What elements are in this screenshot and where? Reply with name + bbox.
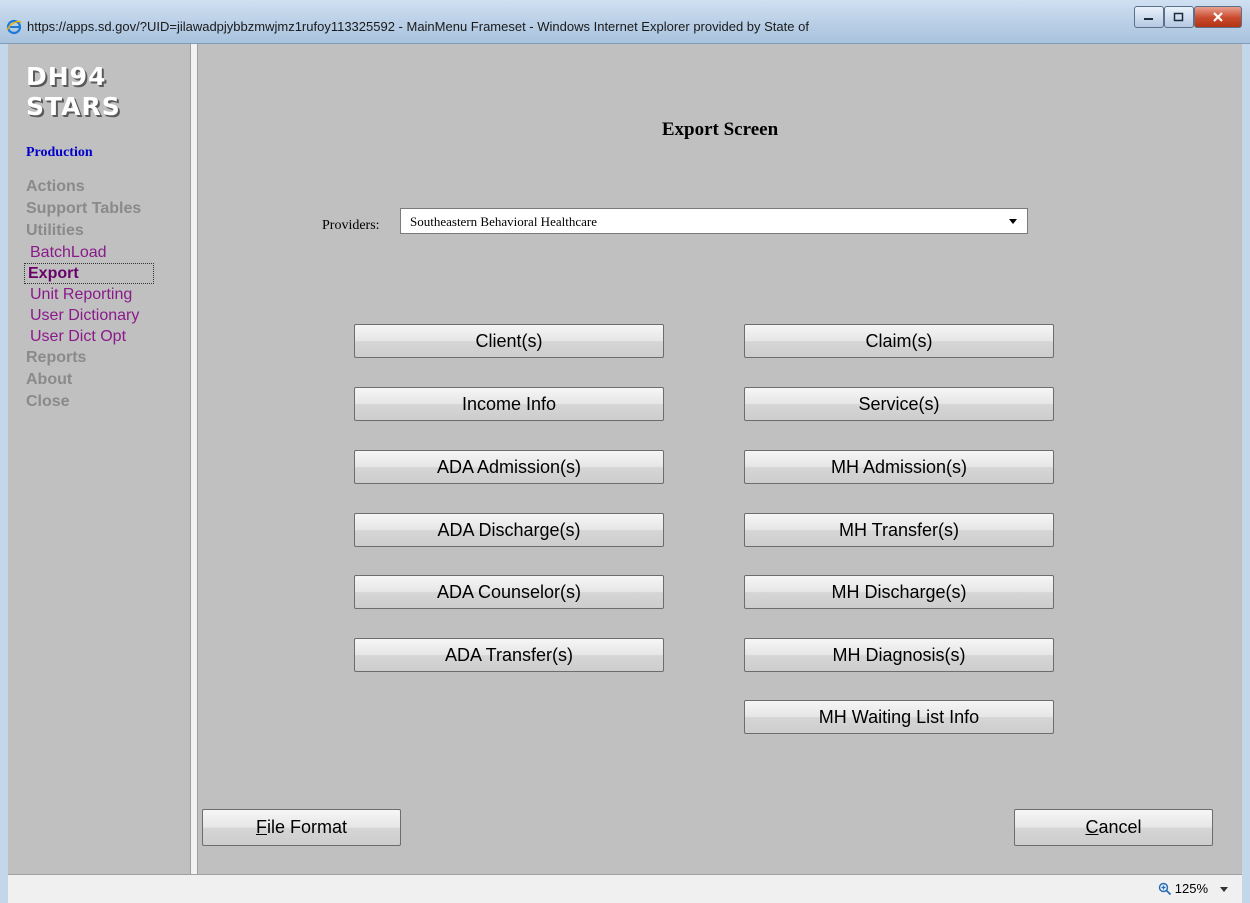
frame-splitter[interactable] [190,44,198,874]
export-ada-admissions-button[interactable]: ADA Admission(s) [354,450,664,484]
logo-line1: DH94 [26,62,107,91]
submenu-item-batchload[interactable]: BatchLoad [26,242,154,263]
maximize-icon [1173,12,1184,22]
providers-select[interactable]: Southeastern Behavioral Healthcare [400,208,1028,234]
chevron-down-icon [1009,219,1017,224]
menu-item-close[interactable]: Close [26,391,154,413]
providers-label: Providers: [322,218,380,233]
menu-item-utilities[interactable]: Utilities [26,220,154,242]
caption-buttons [1134,6,1242,34]
maximize-button[interactable] [1164,6,1194,28]
minimize-button[interactable] [1134,6,1164,28]
submenu-item-user-dictionary[interactable]: User Dictionary [26,305,154,326]
cancel-button[interactable]: Cancel [1014,809,1213,846]
chevron-down-icon[interactable] [1220,887,1228,892]
submenu-item-export[interactable]: Export [24,263,154,284]
file-format-accel: F [255,817,267,837]
export-mh-transfers-button[interactable]: MH Transfer(s) [744,513,1054,547]
submenu-item-unit-reporting[interactable]: Unit Reporting [26,284,154,305]
frameset: DH94 STARS Production Actions Support Ta… [8,44,1242,874]
menu-item-actions[interactable]: Actions [26,176,154,198]
export-ada-transfers-button[interactable]: ADA Transfer(s) [354,638,664,672]
minimize-icon [1144,18,1153,20]
ie-icon [6,19,22,35]
menu-item-reports[interactable]: Reports [26,347,154,369]
environment-label: Production [26,145,93,160]
export-income-info-button[interactable]: Income Info [354,387,664,421]
export-mh-waiting-list-button[interactable]: MH Waiting List Info [744,700,1054,734]
title-bar: https://apps.sd.gov/?UID=jilawadpjybbzmw… [0,0,1250,44]
window-title: https://apps.sd.gov/?UID=jilawadpjybbzmw… [27,19,809,34]
page-title: Export Screen [661,119,779,140]
cancel-accel: C [1085,817,1099,837]
export-clients-button[interactable]: Client(s) [354,324,664,358]
submenu-item-user-dict-opt[interactable]: User Dict Opt [26,326,154,347]
zoom-level: 125% [1174,881,1208,896]
app-logo: DH94 STARS [26,62,121,122]
zoom-icon [1158,882,1171,895]
sidebar: DH94 STARS Production Actions Support Ta… [8,44,190,874]
export-mh-admissions-button[interactable]: MH Admission(s) [744,450,1054,484]
close-button[interactable] [1194,6,1242,28]
export-mh-diagnoses-button[interactable]: MH Diagnosis(s) [744,638,1054,672]
export-mh-discharges-button[interactable]: MH Discharge(s) [744,575,1054,609]
menu-item-about[interactable]: About [26,369,154,391]
file-format-button[interactable]: File Format [202,809,401,846]
zoom-control[interactable]: 125% [1158,881,1208,896]
export-services-button[interactable]: Service(s) [744,387,1054,421]
menu-item-support-tables[interactable]: Support Tables [26,198,154,220]
browser-window: https://apps.sd.gov/?UID=jilawadpjybbzmw… [0,0,1250,903]
export-ada-counselors-button[interactable]: ADA Counselor(s) [354,575,664,609]
logo-line2: STARS [26,92,121,121]
export-claims-button[interactable]: Claim(s) [744,324,1054,358]
status-bar: 125% [8,874,1242,903]
export-ada-discharges-button[interactable]: ADA Discharge(s) [354,513,664,547]
cancel-label: ancel [1098,817,1142,837]
file-format-label: ile Format [266,817,347,837]
main-panel: Export Screen Providers: Southeastern Be… [198,44,1242,874]
close-icon [1213,12,1223,22]
providers-selected-value: Southeastern Behavioral Healthcare [410,214,597,229]
sidebar-menu: Actions Support Tables Utilities BatchLo… [24,176,154,413]
